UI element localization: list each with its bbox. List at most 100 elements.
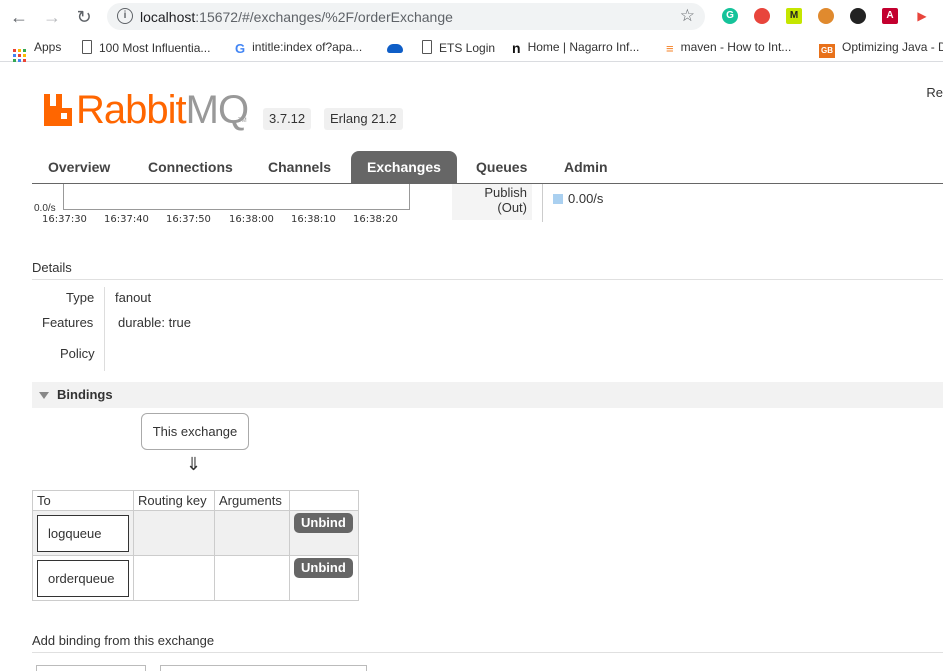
url-host: localhost — [140, 9, 196, 25]
bookmark-item[interactable]: Gintitle:index of?apa... — [235, 40, 363, 56]
queue-link-orderqueue[interactable]: orderqueue — [37, 560, 129, 597]
back-arrow-icon[interactable]: ← — [7, 5, 31, 29]
address-bar[interactable]: i localhost:15672/#/exchanges/%2F/orderE… — [107, 3, 705, 30]
cell-routing-key — [133, 555, 215, 601]
page-icon — [422, 40, 432, 54]
tab-exchanges[interactable]: Exchanges — [351, 151, 457, 183]
features-key: durable: — [118, 315, 165, 330]
bookmarks-bar: Apps 100 Most Influentia... Gintitle:ind… — [0, 34, 943, 62]
version-badge: 3.7.12 — [263, 108, 312, 130]
browser-toolbar: ← → ↻ i localhost:15672/#/exchanges/%2F/… — [0, 0, 943, 34]
cell-arguments — [214, 510, 290, 556]
bookmark-item[interactable]: ≡ maven - How to Int... — [666, 40, 792, 56]
destination-type-select[interactable] — [36, 665, 146, 671]
unbind-button[interactable]: Unbind — [294, 558, 353, 578]
bookmark-apps[interactable]: Apps — [13, 40, 61, 62]
bookmark-item[interactable]: GB Optimizing Java - D — [819, 40, 943, 58]
cast-icon[interactable]: ▶ — [914, 8, 930, 24]
legend-swatch[interactable] — [553, 194, 563, 204]
person-extension-icon[interactable] — [850, 8, 866, 24]
chart-x-tick: 16:38:00 — [229, 214, 274, 225]
bindings-heading: Bindings — [57, 387, 113, 402]
chart-x-tick: 16:38:20 — [353, 214, 398, 225]
bookmark-label: maven - How to Int... — [680, 40, 792, 54]
bookmark-label: Apps — [34, 40, 62, 54]
main-nav: Overview Connections Channels Exchanges … — [32, 151, 943, 184]
type-label: Type — [66, 290, 95, 305]
features-label: Features — [42, 315, 94, 330]
chart-x-tick: 16:38:10 — [291, 214, 336, 225]
cell-arguments — [214, 555, 290, 601]
this-exchange-box: This exchange — [141, 413, 249, 450]
column-header-arguments: Arguments — [214, 490, 290, 511]
publish-label-line2: (Out) — [497, 200, 527, 215]
bookmark-label: intitle:index of?apa... — [252, 40, 363, 54]
chart-y-label: 0.0/s — [34, 203, 56, 214]
url-path: :15672/#/exchanges/%2F/orderExchange — [195, 9, 453, 25]
column-header-routing-key: Routing key — [133, 490, 215, 511]
add-binding-heading: Add binding from this exchange — [32, 633, 943, 653]
cell-to: logqueue — [32, 510, 134, 556]
divider — [542, 184, 543, 222]
bookmark-label: Home | Nagarro Inf... — [527, 40, 640, 54]
bookmark-item[interactable]: 100 Most Influentia... — [82, 40, 210, 55]
features-value: durable: true — [118, 315, 191, 330]
tab-overview[interactable]: Overview — [32, 151, 126, 183]
rabbitmq-logo-icon — [44, 94, 72, 126]
bookmark-star-icon[interactable]: ☆ — [680, 6, 695, 26]
stackoverflow-icon: ≡ — [666, 41, 674, 56]
cookie-icon[interactable] — [818, 8, 834, 24]
bookmark-label: ETS Login — [439, 41, 496, 55]
bookmark-item[interactable] — [387, 40, 410, 54]
tab-queues[interactable]: Queues — [460, 151, 543, 183]
reload-icon[interactable]: ↻ — [72, 5, 96, 29]
chart-x-tick: 16:37:30 — [42, 214, 87, 225]
policy-label: Policy — [60, 346, 95, 361]
table-row: logqueue Unbind — [32, 510, 359, 556]
apps-grid-icon — [13, 49, 26, 62]
publish-out-label: Publish (Out) — [452, 184, 532, 220]
grammarly-icon[interactable]: G — [722, 8, 738, 24]
collapse-triangle-icon — [39, 392, 49, 399]
bookmark-item[interactable]: ETS Login — [422, 40, 495, 55]
table-row: orderqueue Unbind — [32, 555, 359, 601]
publish-rate-value: 0.00/s — [568, 191, 604, 206]
logo-wordmark: RabbitMQ — [76, 88, 249, 132]
queue-link-logqueue[interactable]: logqueue — [37, 515, 129, 552]
tab-admin[interactable]: Admin — [548, 151, 624, 183]
unbind-button[interactable]: Unbind — [294, 513, 353, 533]
tab-connections[interactable]: Connections — [132, 151, 249, 183]
erlang-badge: Erlang 21.2 — [324, 108, 403, 130]
chart-x-tick: 16:37:50 — [166, 214, 211, 225]
refresh-label[interactable]: Re — [926, 85, 943, 100]
bookmark-label: 100 Most Influentia... — [99, 41, 211, 55]
bindings-table: To Routing key Arguments logqueue Unbind… — [32, 490, 359, 601]
column-header-to: To — [32, 490, 134, 511]
nagarro-icon: n — [512, 40, 521, 56]
m-extension-icon[interactable]: M — [786, 8, 802, 24]
column-header-action — [289, 490, 359, 511]
cell-action: Unbind — [289, 555, 359, 601]
info-icon[interactable]: i — [117, 8, 133, 24]
type-value: fanout — [115, 290, 152, 305]
onedrive-icon — [387, 44, 403, 53]
destination-name-input[interactable] — [160, 665, 367, 671]
bookmark-item[interactable]: n Home | Nagarro Inf... — [512, 40, 640, 56]
details-heading: Details — [32, 260, 943, 280]
cell-action: Unbind — [289, 510, 359, 556]
forward-arrow-icon[interactable]: → — [40, 5, 64, 29]
trademark: TM — [238, 118, 247, 124]
angular-icon[interactable]: A — [882, 8, 898, 24]
extension-icon[interactable] — [754, 8, 770, 24]
bindings-section-toggle[interactable]: Bindings — [32, 382, 943, 408]
chart-x-tick: 16:37:40 — [104, 214, 149, 225]
url-text: localhost:15672/#/exchanges/%2F/orderExc… — [140, 9, 453, 25]
down-double-arrow-icon: ⇓ — [186, 454, 202, 474]
page-icon — [82, 40, 92, 54]
tab-channels[interactable]: Channels — [252, 151, 347, 183]
features-val: true — [168, 315, 192, 330]
cell-to: orderqueue — [32, 555, 134, 601]
gb-icon: GB — [819, 44, 835, 58]
details-divider — [104, 287, 105, 371]
cell-routing-key — [133, 510, 215, 556]
